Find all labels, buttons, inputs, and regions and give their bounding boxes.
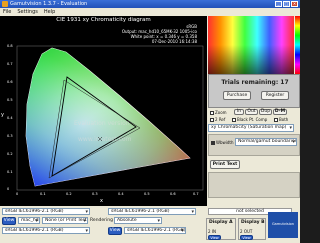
watermark-evaluation: Evaluation version — [74, 120, 130, 127]
gamutvision-logo: Gamutvision — [268, 212, 298, 238]
hue-slider[interactable] — [295, 16, 300, 74]
wbwidth-label: Wbwidth — [216, 140, 234, 145]
info-panel — [208, 172, 300, 198]
display-b-out-label: OUT — [243, 229, 253, 234]
client-area: CIE 1931 xy Chromaticity diagram sRGB Ou… — [0, 16, 300, 243]
purchase-button[interactable]: Purchase — [223, 91, 251, 100]
black-pt-checkbox[interactable] — [232, 118, 236, 122]
profile-e-select[interactable]: sRGB IEC61996-2.1 (RGB) — [124, 227, 186, 234]
trial-box: Trials remaining: 17 Purchase Register — [208, 74, 300, 108]
chromaticity-diagram — [16, 45, 204, 191]
window-title: Gamutvision 1.3.7 - Evaluation — [10, 1, 88, 7]
title-bar: Gamutvision 1.3.7 - Evaluation _ □ ✕ — [0, 0, 300, 8]
boundaries-select[interactable]: Normal/gamut boundaries — [235, 138, 297, 146]
profile-d-select[interactable]: sRGB IEC61996-2.1 (RGB) — [2, 227, 90, 234]
color-picker[interactable] — [208, 16, 294, 74]
spectral-locus-blue — [26, 48, 190, 186]
view-b-button[interactable]: View — [108, 227, 122, 235]
display-a-in-label: IN — [211, 229, 216, 234]
x-tick: 0.6 — [170, 192, 176, 196]
two-ref-label: 2 Ref — [215, 117, 226, 122]
display-b-group: Display B 2 OUT View — [238, 218, 266, 240]
options-panel: Wbwidth Normal/gamut boundaries — [208, 134, 300, 156]
profile-b-select[interactable]: sRGB IEC61996-2.1 (RGB) — [108, 208, 196, 215]
x-tick: 0.1 — [40, 192, 46, 196]
menu-bar: File Settings Help — [0, 8, 300, 16]
menu-file[interactable]: File — [3, 8, 11, 16]
logo-text: Gamutvision — [271, 222, 295, 226]
display-b-in-value: 2 — [240, 229, 243, 234]
y-axis-label: y — [1, 112, 4, 118]
view-select[interactable]: xy Chromaticity (Saturation map) — [208, 124, 294, 132]
y-tick: 0.8 — [7, 44, 13, 48]
zoom-in-button[interactable]: In — [234, 109, 244, 115]
y-tick: 0.7 — [7, 62, 13, 66]
y-tick: 0.1 — [7, 170, 13, 174]
display-a-label: Display A — [209, 220, 233, 225]
y-tick: 0.3 — [7, 134, 13, 138]
dm-button[interactable]: D-M — [273, 109, 287, 115]
x-tick: 0.2 — [66, 192, 72, 196]
trials-remaining: Trials remaining: 17 — [221, 79, 289, 86]
rendering-label: Rendering — [90, 218, 113, 223]
two-ref-checkbox[interactable] — [210, 118, 214, 122]
print-test-select[interactable]: None (or Print Test) — [42, 217, 88, 224]
wbwidth-checkbox[interactable] — [211, 141, 215, 145]
maximize-button[interactable]: □ — [283, 1, 290, 7]
dup-button[interactable]: Dup — [259, 109, 272, 115]
right-panel: Trials remaining: 17 Purchase Register Z… — [208, 16, 300, 206]
black-pt-label: Black Pt. Comp — [237, 117, 268, 122]
y-tick: 0 — [7, 187, 10, 191]
display-b-label: Display B — [241, 220, 265, 225]
menu-settings[interactable]: Settings — [17, 8, 38, 16]
y-tick: 0.2 — [7, 152, 13, 156]
display-a-group: Display A 2 IN View — [206, 218, 236, 240]
chromaticity-plot: CIE 1931 xy Chromaticity diagram sRGB Ou… — [0, 16, 207, 206]
both-label: Both — [279, 117, 289, 122]
x-axis-label: x — [100, 198, 103, 204]
register-button[interactable]: Register — [261, 91, 289, 100]
x-tick: 0.5 — [144, 192, 150, 196]
profile-a-select[interactable]: sRGB IEC61996-2.1 (RGB) — [2, 208, 90, 215]
both-checkbox[interactable] — [274, 118, 278, 122]
display-a-view-button[interactable]: View — [208, 235, 221, 240]
x-tick: 0 — [16, 192, 19, 196]
rendering-select[interactable]: Absolute — [114, 217, 162, 224]
display-b-view-button[interactable]: View — [240, 235, 253, 240]
menu-help[interactable]: Help — [44, 8, 55, 16]
display-a-in-value: 2 — [208, 229, 211, 234]
bottom-panel: sRGB IEC61996-2.1 (RGB) sRGB IEC61996-2.… — [0, 206, 300, 243]
zoom-row: Zoom In Out Dup D-M 2 Ref Black Pt. Comp… — [208, 109, 300, 123]
x-tick: 0.3 — [92, 192, 98, 196]
close-button[interactable]: ✕ — [291, 1, 298, 7]
profile-c-select[interactable]: mac_hd10_65MK-32 1005-ico — [18, 217, 40, 224]
x-tick: 0.7 — [193, 192, 199, 196]
zoom-label: Zoom — [215, 110, 227, 115]
view-a-button[interactable]: View — [2, 217, 16, 225]
zoom-checkbox[interactable] — [210, 111, 214, 115]
y-tick: 0.6 — [7, 80, 13, 84]
y-tick: 0.5 — [7, 98, 13, 102]
watermark-url: www.imatest.com — [78, 136, 132, 143]
x-tick: 0.4 — [118, 192, 124, 196]
app-icon — [2, 1, 8, 7]
y-tick: 0.4 — [7, 116, 13, 120]
minimize-button[interactable]: _ — [275, 1, 282, 7]
zoom-out-button[interactable]: Out — [245, 109, 258, 115]
print-text-button[interactable]: Print Text — [210, 160, 240, 169]
